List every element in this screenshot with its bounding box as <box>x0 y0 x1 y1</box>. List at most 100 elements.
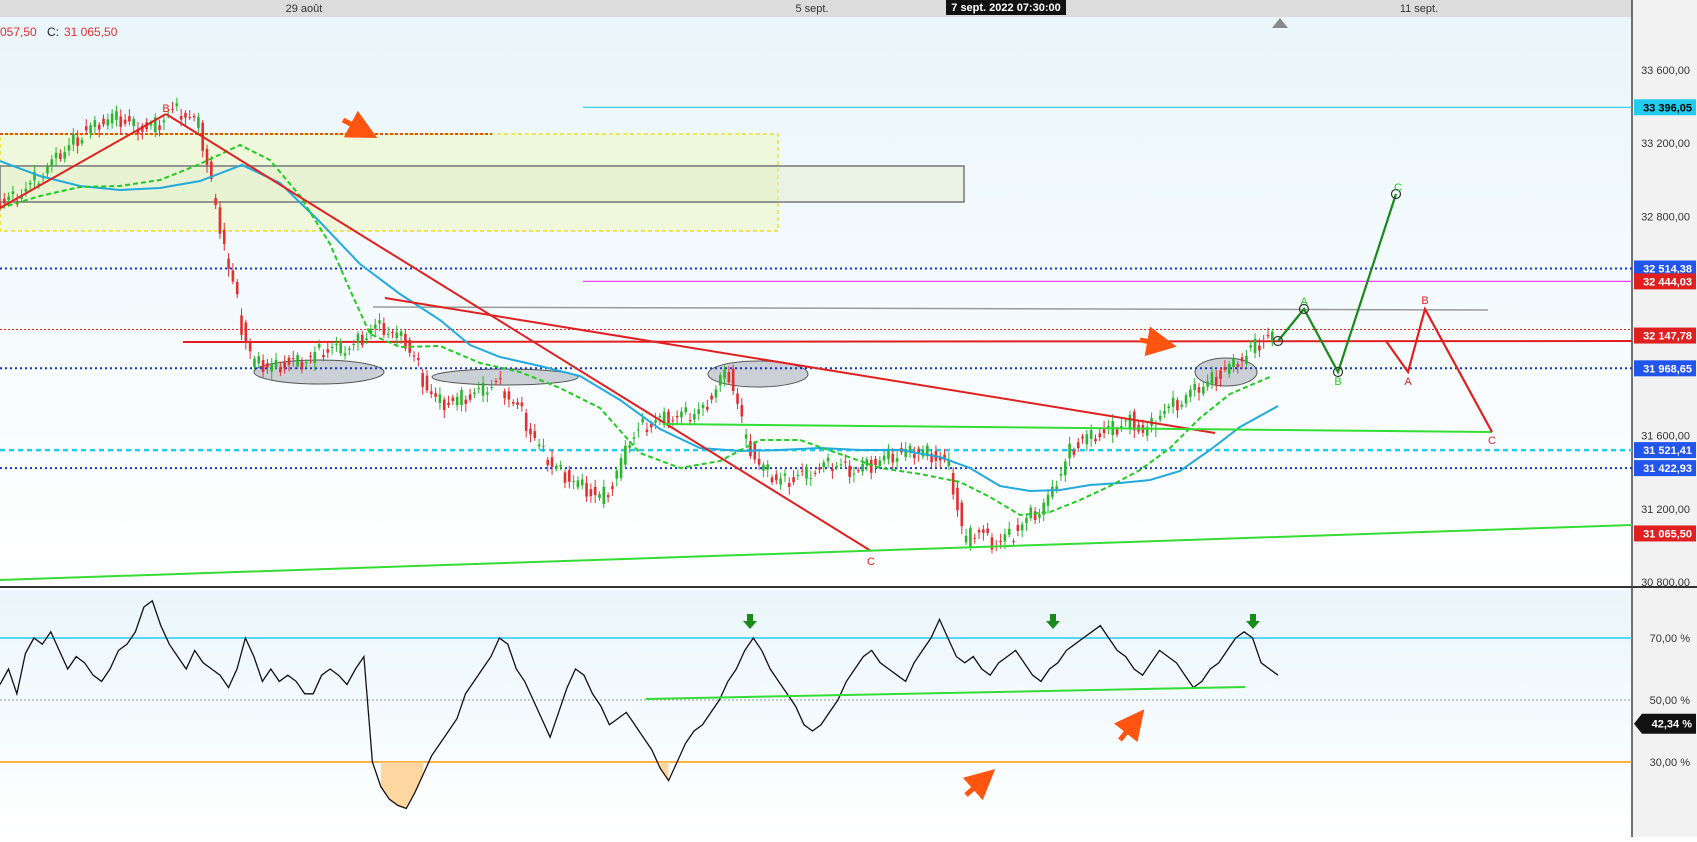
candle-body <box>360 334 364 346</box>
candle-body <box>563 472 567 483</box>
candle-body <box>861 463 864 472</box>
candle-body <box>1180 404 1184 407</box>
candle-body <box>844 461 847 463</box>
candle-body <box>697 409 700 414</box>
candle-body <box>882 455 886 461</box>
candle-body <box>438 394 442 403</box>
candle-body <box>580 479 584 486</box>
candle-body <box>171 108 174 110</box>
candle-body <box>192 115 196 118</box>
candle-body <box>727 371 731 383</box>
candle-body <box>723 369 726 379</box>
candle-body <box>762 464 765 471</box>
candle-body <box>1012 541 1015 543</box>
candle-body <box>869 460 873 473</box>
support-ellipse-2[interactable] <box>431 368 579 386</box>
candle-body <box>248 342 252 352</box>
candle-body <box>300 361 304 370</box>
candle-body <box>598 494 601 499</box>
candle-body <box>76 137 79 146</box>
candle-body <box>951 473 955 495</box>
candle-body <box>93 120 97 128</box>
candle-body <box>244 322 248 344</box>
candle-body <box>460 390 463 405</box>
candle-body <box>0 203 2 207</box>
support-ellipse-1[interactable] <box>253 359 385 385</box>
candle-body <box>84 126 88 131</box>
candle-body <box>710 395 713 400</box>
candle-body <box>1262 340 1265 342</box>
price-marker-label: 31 422,93 <box>1643 463 1692 475</box>
candle-body <box>1189 389 1192 397</box>
candle-body <box>429 391 433 394</box>
date-label-29-aout: 29 août <box>286 3 323 15</box>
grey-resistance-box[interactable] <box>0 165 965 203</box>
candle-body <box>283 362 286 369</box>
level-red-solid[interactable] <box>182 340 1633 343</box>
candle-body <box>24 188 28 192</box>
candle-body <box>831 468 834 472</box>
candle-body <box>718 375 722 386</box>
ohlc-left-value: 057,50 <box>0 25 37 39</box>
price-panel-background <box>0 17 1632 587</box>
price-marker-label: 32 147,78 <box>1643 331 1692 343</box>
candle-body <box>1124 420 1127 422</box>
candle-body <box>382 323 386 335</box>
candle-body <box>736 393 739 404</box>
candle-body <box>317 343 321 348</box>
candle-body <box>1219 370 1222 379</box>
candle-body <box>54 152 58 159</box>
candle-body <box>1038 514 1041 518</box>
candle-body <box>507 391 511 400</box>
candle-body <box>1055 486 1058 490</box>
candle-body <box>805 466 808 479</box>
rsi-tick-label: 50,00 % <box>1650 695 1691 707</box>
candle-body <box>792 477 795 483</box>
candle-body <box>667 411 670 425</box>
candle-body <box>1197 387 1201 393</box>
candle-body <box>516 402 519 405</box>
candle-body <box>464 399 468 404</box>
candle-body <box>787 482 791 487</box>
candle-body <box>619 458 623 479</box>
candle-body <box>378 320 381 324</box>
candle-body <box>97 124 101 130</box>
candle-body <box>162 120 166 123</box>
candle-body <box>1072 450 1076 455</box>
candle-body <box>352 344 355 346</box>
candle-body <box>214 198 217 206</box>
candle-body <box>386 333 390 335</box>
candle-body <box>624 445 627 465</box>
trading-chart[interactable]: 29 août 5 sept. 11 sept. 7 sept. 2022 07… <box>0 0 1697 837</box>
candle-body <box>1046 494 1050 506</box>
candle-body <box>1249 345 1253 348</box>
candle-body <box>839 464 843 466</box>
candle-body <box>654 420 657 423</box>
candle-body <box>11 191 15 194</box>
candle-body <box>632 437 636 439</box>
candle-body <box>326 349 330 353</box>
candle-body <box>977 530 981 533</box>
candle-body <box>813 472 817 474</box>
candle-body <box>680 411 683 418</box>
wave-label: A <box>1404 376 1412 388</box>
candle-body <box>158 125 161 130</box>
candle-body <box>800 470 804 472</box>
chart-canvas[interactable]: 29 août 5 sept. 11 sept. 7 sept. 2022 07… <box>0 0 1697 837</box>
candle-body <box>766 464 770 470</box>
price-tick-label: 33 200,00 <box>1641 138 1690 150</box>
price-tick-label: 30 800,00 <box>1641 577 1690 589</box>
rsi-current-label: 42,34 % <box>1652 719 1693 731</box>
candle-body <box>261 360 265 372</box>
candle-body <box>369 328 373 335</box>
candle-body <box>913 454 916 459</box>
candle-body <box>559 465 562 467</box>
candle-body <box>1076 442 1080 448</box>
candle-body <box>348 348 351 350</box>
candle-body <box>291 358 295 360</box>
candle-body <box>227 258 230 269</box>
candle-body <box>3 198 6 204</box>
wave-label: B <box>162 103 169 115</box>
candle-body <box>809 477 813 479</box>
candle-body <box>477 387 481 389</box>
